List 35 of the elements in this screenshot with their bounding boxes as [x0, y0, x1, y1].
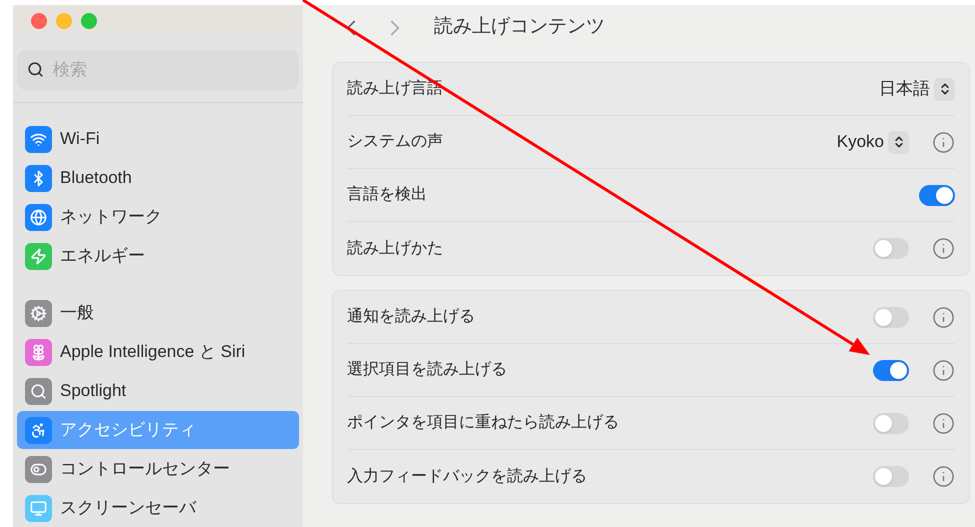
- info-icon[interactable]: [932, 465, 955, 488]
- sidebar-item[interactable]: Bluetooth: [17, 159, 299, 197]
- popup-button[interactable]: 日本語: [879, 76, 955, 102]
- info-icon[interactable]: [932, 130, 955, 154]
- toggle-switch[interactable]: [873, 306, 909, 328]
- sidebar-item[interactable]: コントロールセンター: [17, 450, 299, 488]
- setting-label: システムの声: [347, 132, 444, 152]
- toggle-switch[interactable]: [873, 238, 909, 259]
- page-title: 読み上げコンテンツ: [434, 15, 605, 40]
- toggle-switch[interactable]: [873, 412, 909, 434]
- sidebar-item[interactable]: 一般: [17, 294, 299, 332]
- setting-label: 読み上げかた: [347, 238, 444, 258]
- stepper-icon: [888, 130, 909, 154]
- search-icon: [27, 61, 44, 78]
- stepper-icon: [934, 78, 955, 100]
- sidebar-item[interactable]: Apple Intelligence と Siri: [17, 333, 299, 371]
- popup-button[interactable]: Kyoko: [836, 129, 909, 155]
- setting-label: 選択項目を読み上げる: [347, 360, 508, 380]
- toggle-switch[interactable]: [873, 466, 909, 487]
- setting-label: 通知を読み上げる: [347, 306, 476, 327]
- info-icon[interactable]: [932, 412, 955, 434]
- info-icon[interactable]: [932, 306, 955, 328]
- info-icon[interactable]: [932, 358, 955, 382]
- setting-label: ポインタを項目に重ねたら読み上げる: [347, 412, 620, 433]
- toggle-switch[interactable]: [919, 184, 955, 206]
- close-window-button[interactable]: [31, 12, 47, 28]
- info-icon[interactable]: [932, 237, 955, 260]
- sidebar-item[interactable]: ネットワーク: [17, 198, 299, 236]
- setting-label: 言語を検出: [347, 184, 428, 205]
- sidebar-item[interactable]: エネルギー: [17, 237, 299, 275]
- setting-label: 入力フィードバックを読み上げる: [347, 466, 588, 486]
- sidebar-item[interactable]: Wi-Fi: [17, 120, 299, 158]
- sidebar-item[interactable]: スクリーンセーバ: [17, 489, 299, 527]
- sidebar-item[interactable]: Spotlight: [17, 372, 299, 410]
- toggle-switch[interactable]: [873, 360, 909, 380]
